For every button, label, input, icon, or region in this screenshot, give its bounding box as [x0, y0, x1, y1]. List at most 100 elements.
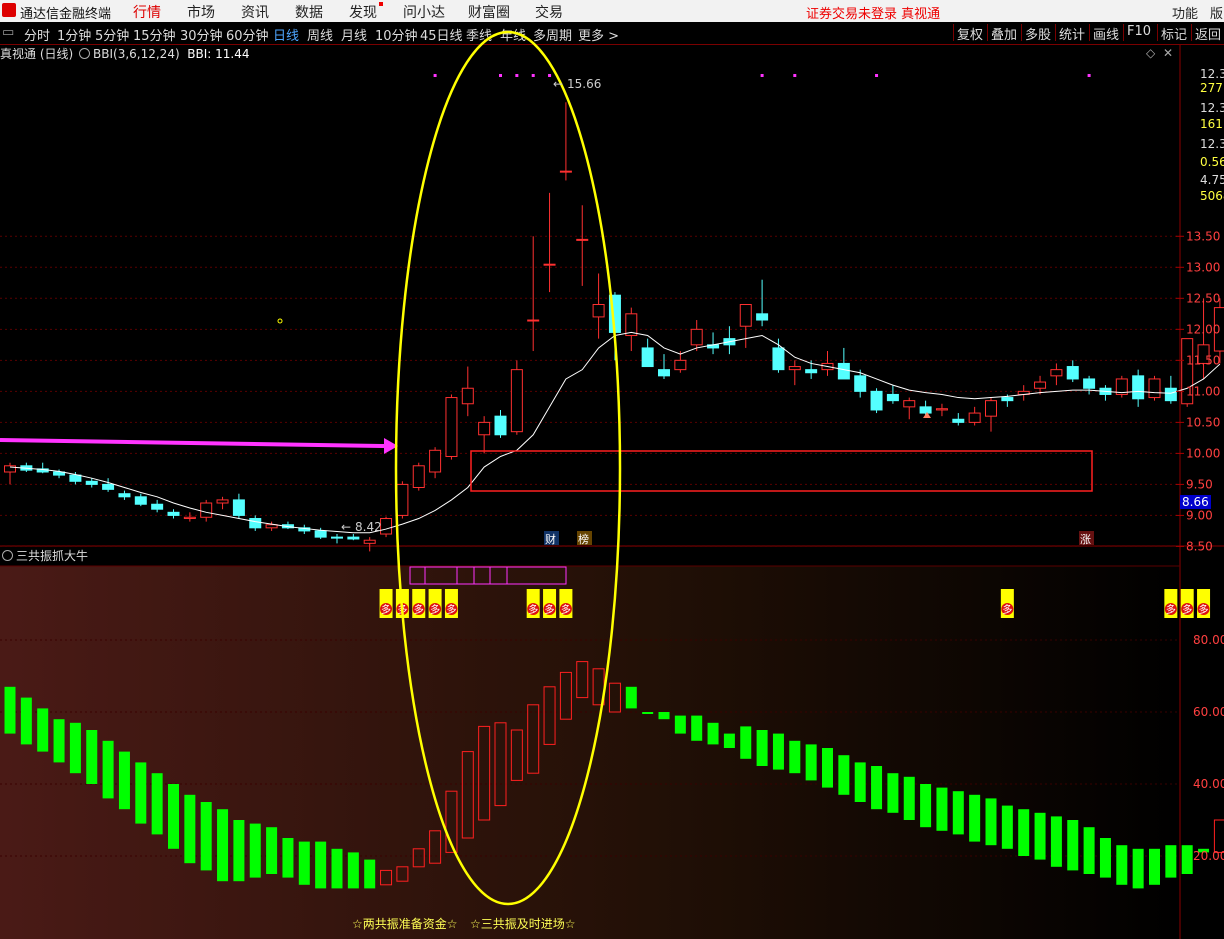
- tool-f10-button[interactable]: F10: [1123, 24, 1154, 41]
- event-tag-limit-up[interactable]: 涨: [1079, 531, 1094, 546]
- period-30min[interactable]: 30分钟: [180, 25, 223, 44]
- period-1min[interactable]: 1分钟: [57, 25, 91, 44]
- sub-bar: [478, 725, 491, 821]
- candle: [85, 478, 98, 488]
- menu-market-quotes[interactable]: 行情: [133, 2, 161, 22]
- svg-text:多: 多: [1002, 603, 1012, 616]
- high-label: 15.66: [567, 77, 601, 91]
- svg-text:多: 多: [1182, 603, 1192, 616]
- sub-bar: [331, 848, 343, 889]
- candle: [1017, 385, 1030, 401]
- tool-back-button[interactable]: 返回: [1191, 24, 1224, 43]
- candle: [674, 351, 687, 373]
- signal-marker-icon: 多: [1000, 589, 1014, 618]
- close-icon[interactable]: ✕: [1163, 46, 1173, 60]
- tool-adjust-button[interactable]: 复权: [953, 24, 986, 43]
- diamond-icon[interactable]: ◇: [1146, 46, 1155, 60]
- event-dot: [548, 74, 552, 77]
- svg-text:多: 多: [528, 603, 538, 616]
- event-tag-finance[interactable]: 财: [544, 531, 559, 546]
- menu-ask-xiaoda[interactable]: 问小达: [403, 2, 445, 22]
- candle: [281, 521, 294, 530]
- period-yearly[interactable]: 年线: [500, 25, 526, 44]
- sub-indicator-toggle-icon[interactable]: [2, 550, 13, 561]
- candle: [69, 471, 82, 485]
- svg-text:多: 多: [414, 603, 424, 616]
- candle: [968, 406, 981, 426]
- candle: [935, 403, 948, 417]
- sub-bar: [887, 773, 899, 813]
- stock-name[interactable]: 真视通 (日线): [0, 47, 73, 61]
- axis-label: 10.00: [1186, 446, 1220, 460]
- menu-data[interactable]: 数据: [295, 2, 323, 22]
- period-weekly[interactable]: 周线: [307, 25, 333, 44]
- period-multi[interactable]: 多周期: [533, 25, 572, 44]
- sub-bar: [1132, 848, 1144, 889]
- sub-bar: [396, 866, 409, 882]
- period-45day[interactable]: 45日线: [420, 25, 463, 44]
- period-10min[interactable]: 10分钟: [375, 25, 418, 44]
- chart-area[interactable]: 多多多多多多多多多多多多 13.5013.0012.5012.0011.5011…: [0, 0, 1224, 939]
- menu-discover[interactable]: 发现: [349, 2, 383, 22]
- indicator-toggle-icon[interactable]: [79, 48, 91, 59]
- candle: [559, 102, 572, 181]
- tool-stats-button[interactable]: 统计: [1055, 24, 1088, 43]
- candle: [151, 499, 164, 513]
- candle: [739, 304, 752, 348]
- tool-multi-stock-button[interactable]: 多股: [1021, 24, 1054, 43]
- sub-bar: [658, 712, 670, 720]
- event-dot: [499, 74, 502, 77]
- menu-function[interactable]: 功能: [1172, 3, 1198, 22]
- price-marker: 8.66: [1180, 495, 1211, 509]
- candle: [608, 292, 621, 361]
- signal-marker-icon: 多: [1164, 589, 1178, 618]
- svg-text:榜: 榜: [578, 532, 589, 546]
- menu-trade[interactable]: 交易: [535, 2, 563, 22]
- sub-indicator-name[interactable]: 三共振抓大牛: [16, 549, 88, 563]
- sub-bar: [756, 730, 768, 766]
- period-5min[interactable]: 5分钟: [95, 25, 129, 44]
- sub-bar: [1050, 816, 1062, 867]
- candle: [1115, 375, 1128, 398]
- sub-bar: [20, 697, 32, 745]
- candle: [380, 516, 393, 538]
- price-axis: 13.50 13.00 12.50 12.00 11.50 11.00 10.50 10.00…: [1176, 67, 1224, 863]
- candle: [461, 366, 474, 417]
- main-chart-header: 真视通 (日线) BBI(3,6,12,24) BBI: 11.44: [0, 45, 250, 61]
- event-tag-list[interactable]: 榜: [577, 531, 592, 546]
- menu-market[interactable]: 市场: [187, 2, 215, 22]
- tool-overlay-button[interactable]: 叠加: [987, 24, 1020, 43]
- tool-mark-button[interactable]: 标记: [1157, 24, 1190, 43]
- period-intraday[interactable]: 分时: [24, 25, 50, 44]
- candle: [870, 388, 883, 414]
- candle: [641, 338, 654, 368]
- candle: [20, 462, 33, 472]
- tool-draw-button[interactable]: 画线: [1089, 24, 1122, 43]
- signal-marker-icon: 多: [1197, 589, 1211, 618]
- sub-bar: [347, 852, 359, 889]
- period-more[interactable]: 更多 >: [578, 25, 619, 44]
- period-60min[interactable]: 60分钟: [226, 25, 269, 44]
- period-monthly[interactable]: 月线: [341, 25, 367, 44]
- menu-version[interactable]: 版: [1210, 3, 1223, 22]
- period-quarterly[interactable]: 季线: [466, 25, 492, 44]
- candle: [298, 524, 311, 535]
- period-daily[interactable]: 日线: [273, 25, 299, 44]
- bbi-line: [9, 331, 1221, 534]
- menu-wealth-circle[interactable]: 财富圈: [468, 2, 510, 22]
- period-15min[interactable]: 15分钟: [133, 25, 176, 44]
- candle: [1148, 375, 1161, 401]
- menu-news[interactable]: 资讯: [241, 2, 269, 22]
- indicator-name[interactable]: BBI(3,6,12,24): [93, 47, 180, 61]
- candle: [183, 512, 196, 522]
- login-notice[interactable]: 证券交易未登录 真视通: [806, 3, 940, 22]
- sub-bar: [118, 751, 130, 810]
- candle: [1050, 363, 1063, 386]
- candle: [314, 527, 327, 539]
- sub-bar: [625, 686, 637, 709]
- svg-text:多: 多: [430, 603, 440, 616]
- quote-info: 12.35: [1200, 101, 1224, 115]
- sub-bar: [1067, 820, 1079, 871]
- sub-bar: [102, 740, 114, 799]
- collapse-icon[interactable]: ▭: [2, 25, 14, 40]
